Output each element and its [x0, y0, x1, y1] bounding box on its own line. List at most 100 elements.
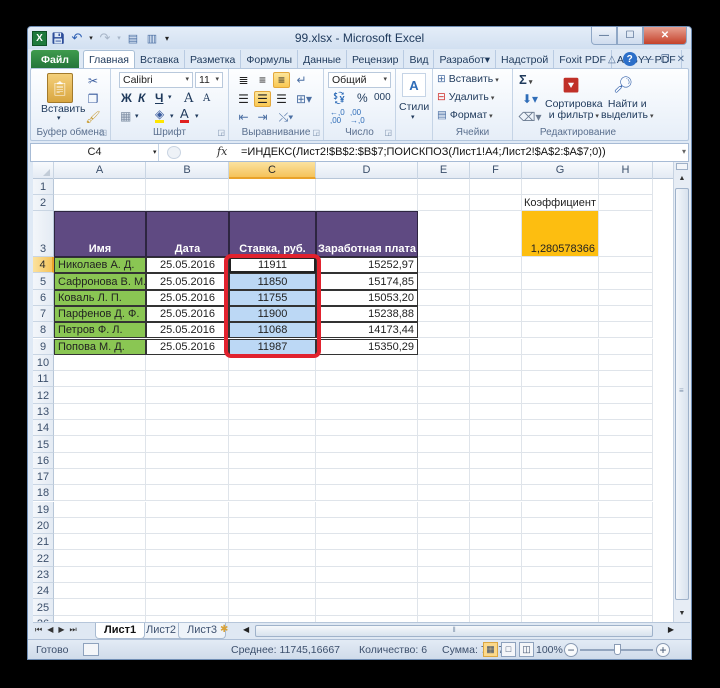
name-box-dropdown-icon[interactable]: ▾ [153, 148, 157, 156]
cell-e24[interactable] [418, 583, 470, 600]
scroll-left-icon[interactable]: ◀ [243, 625, 249, 634]
cell-b18[interactable] [146, 485, 229, 502]
cell-b4[interactable]: 25.05.2016 [146, 257, 229, 274]
format-cells-button[interactable]: ▤ Формат ▾ [437, 109, 493, 121]
row-header-5[interactable]: 5 [33, 273, 54, 290]
sort-filter-icon[interactable]: 🔽︎ [557, 71, 585, 99]
cell-f3[interactable] [470, 211, 522, 257]
tab-developer[interactable]: Разработ▾ [434, 50, 497, 69]
maximize-button[interactable]: ☐ [617, 27, 643, 45]
cell-d23[interactable] [316, 566, 418, 583]
borders-dropdown-icon[interactable]: ▾ [135, 112, 139, 120]
cell-f23[interactable] [470, 566, 522, 583]
cell-d9[interactable]: 15350,29 [316, 338, 418, 355]
cell-b15[interactable] [146, 436, 229, 453]
cell-c6[interactable]: 11755 [229, 289, 316, 306]
cell-b12[interactable] [146, 387, 229, 404]
cell-b17[interactable] [146, 468, 229, 486]
format-painter-icon[interactable]: 🖌︎ [85, 109, 101, 125]
cell-g5[interactable] [522, 273, 599, 290]
cell-c11[interactable] [229, 371, 316, 388]
row-header-7[interactable]: 7 [33, 305, 54, 323]
cell-h16[interactable] [599, 452, 653, 469]
cell-g10[interactable] [522, 354, 599, 372]
cell-a1[interactable] [54, 179, 146, 195]
cell-h11[interactable] [599, 371, 653, 388]
cell-e23[interactable] [418, 566, 470, 583]
cell-e5[interactable] [418, 273, 470, 290]
cell-a15[interactable] [54, 436, 146, 453]
cell-a4[interactable]: Николаев А. Д. [54, 257, 146, 274]
cell-c14[interactable] [229, 420, 316, 437]
decrease-indent-icon[interactable]: ⇤ [235, 109, 252, 125]
bold-button[interactable]: Ж [121, 91, 132, 105]
cell-h18[interactable] [599, 485, 653, 502]
help-icon[interactable]: ? [622, 52, 637, 66]
cell-g6[interactable] [522, 289, 599, 306]
cell-e1[interactable] [418, 179, 470, 195]
collapse-ribbon-icon[interactable]: △ [608, 54, 616, 65]
cell-e14[interactable] [418, 420, 470, 437]
comma-style-button[interactable]: 000 [374, 92, 391, 103]
tab-file[interactable]: Файл [31, 50, 79, 69]
cell-g22[interactable] [522, 550, 599, 567]
delete-cells-button[interactable]: ⊟ Удалить ▾ [437, 91, 494, 103]
cell-a11[interactable] [54, 371, 146, 388]
cell-f10[interactable] [470, 354, 522, 372]
insert-function-icon[interactable]: fx [217, 145, 227, 158]
vertical-scroll-thumb[interactable]: ≡ [675, 188, 689, 600]
cell-h4[interactable] [599, 257, 653, 274]
cell-h1[interactable] [599, 179, 653, 195]
workbook-restore-icon[interactable]: ❐ [661, 54, 670, 65]
cell-d20[interactable] [316, 517, 418, 535]
row-header-12[interactable]: 12 [33, 387, 54, 404]
cell-g20[interactable] [522, 517, 599, 535]
cell-f19[interactable] [470, 501, 522, 518]
close-button[interactable]: ✕ [643, 27, 687, 45]
cell-f21[interactable] [470, 534, 522, 551]
cell-g21[interactable] [522, 534, 599, 551]
cell-b22[interactable] [146, 550, 229, 567]
wrap-text-icon[interactable]: ↵ [293, 72, 310, 88]
column-header-e[interactable]: E [418, 162, 470, 179]
cell-h9[interactable] [599, 338, 653, 355]
shrink-font-button[interactable]: A [203, 93, 210, 104]
cell-e13[interactable] [418, 403, 470, 420]
vertical-scrollbar[interactable]: ▲ ≡ ▼ [673, 162, 690, 622]
tab-data[interactable]: Данные [298, 50, 348, 69]
cell-b5[interactable]: 25.05.2016 [146, 273, 229, 290]
alignment-launcher-icon[interactable]: ◲ [312, 128, 320, 137]
name-box[interactable]: C4 [31, 144, 159, 161]
cell-e8[interactable] [418, 322, 470, 339]
cell-h22[interactable] [599, 550, 653, 567]
cell-c16[interactable] [229, 452, 316, 469]
cell-b19[interactable] [146, 501, 229, 518]
cell-f24[interactable] [470, 583, 522, 600]
cell-f7[interactable] [470, 305, 522, 323]
cell-e16[interactable] [418, 452, 470, 469]
tab-insert[interactable]: Вставка [135, 50, 185, 69]
cell-a22[interactable] [54, 550, 146, 567]
cell-f22[interactable] [470, 550, 522, 567]
cell-a17[interactable] [54, 468, 146, 486]
column-header-a[interactable]: A [54, 162, 146, 179]
cell-d14[interactable] [316, 420, 418, 437]
cell-f11[interactable] [470, 371, 522, 388]
cell-a21[interactable] [54, 534, 146, 551]
row-header-9[interactable]: 9 [33, 338, 54, 355]
cell-e21[interactable] [418, 534, 470, 551]
cell-e11[interactable] [418, 371, 470, 388]
row-header-14[interactable]: 14 [33, 420, 54, 437]
page-break-view-icon[interactable]: ◫ [519, 642, 534, 657]
cell-g13[interactable] [522, 403, 599, 420]
row-header-21[interactable]: 21 [33, 534, 54, 551]
cell-a10[interactable] [54, 354, 146, 372]
row-header-17[interactable]: 17 [33, 468, 54, 486]
cell-a3[interactable]: Имя [54, 211, 146, 257]
sheet-tab-3[interactable]: Лист3 [178, 623, 227, 639]
cell-d13[interactable] [316, 403, 418, 420]
cell-f9[interactable] [470, 338, 522, 355]
tab-page-layout[interactable]: Разметка [185, 50, 242, 69]
cell-b2[interactable] [146, 195, 229, 211]
cell-f25[interactable] [470, 599, 522, 616]
